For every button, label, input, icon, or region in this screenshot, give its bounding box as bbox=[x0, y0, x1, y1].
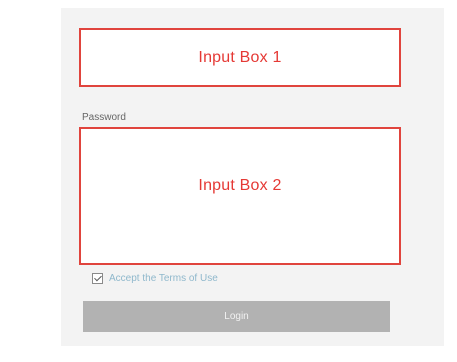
input-box-2[interactable]: Input Box 2 bbox=[79, 127, 401, 265]
input-box-2-placeholder: Input Box 2 bbox=[198, 177, 282, 194]
terms-checkbox[interactable] bbox=[92, 273, 103, 284]
password-label: Password bbox=[82, 112, 126, 123]
terms-checkbox-label[interactable]: Accept the Terms of Use bbox=[109, 273, 218, 284]
terms-checkbox-row[interactable]: Accept the Terms of Use bbox=[92, 273, 218, 284]
input-box-1-placeholder: Input Box 1 bbox=[198, 48, 282, 66]
input-box-1[interactable]: Input Box 1 bbox=[79, 28, 401, 87]
login-button[interactable]: Login bbox=[83, 301, 390, 332]
